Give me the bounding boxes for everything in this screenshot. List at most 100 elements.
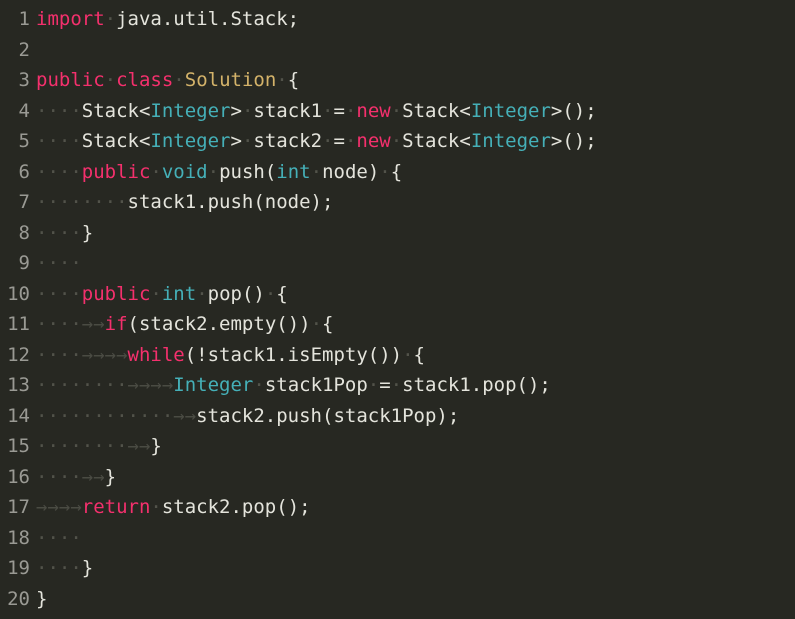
line-content[interactable]: ····public·void·push(int·node)·{ bbox=[30, 157, 795, 188]
token-ws: · bbox=[322, 99, 334, 122]
token-kw: class bbox=[116, 69, 174, 91]
line-number: 12 bbox=[7, 343, 30, 366]
line-number: 9 bbox=[18, 252, 30, 274]
token-plain: = bbox=[333, 99, 345, 122]
code-editor[interactable]: 1 import·java.util.Stack; 2 3 public·class·S… bbox=[0, 0, 795, 619]
line-number: 16 bbox=[7, 465, 30, 488]
line-number: 1 bbox=[18, 8, 30, 30]
token-plain: (stack2.empty()) bbox=[127, 313, 311, 335]
code-line[interactable]: 16 ····→→} bbox=[0, 462, 795, 493]
code-line[interactable]: 1 import·java.util.Stack; bbox=[0, 4, 795, 35]
token-kw: import bbox=[36, 8, 105, 30]
line-content[interactable]: public·class·Solution·{ bbox=[30, 65, 795, 96]
code-line[interactable]: 14 ············→→stack2.push(stack1Pop); bbox=[0, 401, 795, 432]
token-type: Integer bbox=[173, 374, 254, 396]
code-line[interactable]: 17 →→→→return·stack2.pop(); bbox=[0, 492, 795, 523]
token-plain: stack2.push(stack1Pop); bbox=[196, 404, 460, 427]
token-ws: ···· bbox=[36, 282, 82, 305]
token-tab: →→ bbox=[173, 404, 197, 427]
line-content[interactable]: import·java.util.Stack; bbox=[30, 4, 795, 35]
token-ws: · bbox=[173, 69, 185, 91]
token-ws: ········ bbox=[36, 191, 128, 213]
token-ws: ········ bbox=[36, 374, 128, 396]
line-content[interactable]: ············→→stack2.push(stack1Pop); bbox=[30, 401, 795, 432]
token-plain: > bbox=[230, 99, 242, 122]
code-line[interactable]: 13 ········→→→→Integer·stack1Pop·=·stack1… bbox=[0, 370, 795, 401]
code-line[interactable]: 19 ····} bbox=[0, 553, 795, 584]
token-plain: stack1.push(node); bbox=[127, 191, 334, 213]
token-ws: · bbox=[150, 282, 162, 305]
token-kw: return bbox=[81, 496, 151, 518]
code-line[interactable]: 15 ········→→} bbox=[0, 431, 795, 462]
token-tab: →→→→ bbox=[127, 374, 174, 396]
line-content[interactable]: ········→→→→Integer·stack1Pop·=·stack1.p… bbox=[30, 370, 795, 401]
token-plain: stack1.pop(); bbox=[402, 374, 551, 396]
token-type: Integer bbox=[150, 99, 231, 122]
token-type: Integer bbox=[150, 130, 231, 152]
line-content[interactable]: ····Stack<Integer>·stack2·=·new·Stack<In… bbox=[30, 126, 795, 157]
line-number: 4 bbox=[18, 99, 30, 122]
token-plain: { bbox=[322, 313, 334, 335]
token-ws: · bbox=[310, 160, 323, 183]
token-ws: · bbox=[344, 99, 357, 122]
token-plain: { bbox=[276, 282, 288, 305]
line-content[interactable]: ········stack1.push(node); bbox=[30, 187, 795, 218]
code-line[interactable]: 2 bbox=[0, 35, 795, 66]
token-kw: while bbox=[127, 343, 185, 366]
token-plain: } bbox=[81, 221, 94, 244]
code-line[interactable]: 12 ····→→→→while(!stack1.isEmpty())·{ bbox=[0, 340, 795, 371]
line-number: 7 bbox=[18, 191, 30, 213]
line-number: 15 bbox=[7, 435, 30, 457]
line-content[interactable]: →→→→return·stack2.pop(); bbox=[30, 492, 795, 523]
code-line[interactable]: 10 ····public·int·pop()·{ bbox=[0, 279, 795, 310]
token-type: int bbox=[276, 160, 311, 183]
token-ws: · bbox=[322, 130, 334, 152]
line-content[interactable]: ····Stack<Integer>·stack1·=·new·Stack<In… bbox=[30, 96, 795, 127]
line-content[interactable]: ····} bbox=[30, 218, 795, 249]
token-tab: →→→→ bbox=[81, 343, 128, 366]
line-content[interactable]: ····→→→→while(!stack1.isEmpty())·{ bbox=[30, 340, 795, 371]
token-plain: push( bbox=[219, 160, 277, 183]
token-tab: →→ bbox=[81, 465, 105, 488]
token-tab: →→ bbox=[127, 435, 151, 457]
token-ws: · bbox=[241, 99, 254, 122]
line-content[interactable]: ····} bbox=[30, 553, 795, 584]
token-ws: ···· bbox=[36, 343, 82, 366]
line-content[interactable]: ····→→if(stack2.empty())·{ bbox=[30, 309, 795, 340]
token-kw: public bbox=[81, 282, 151, 305]
token-ws: ···· bbox=[36, 160, 82, 183]
token-ws: ···· bbox=[36, 465, 82, 488]
code-line[interactable]: 20} bbox=[0, 584, 795, 615]
line-content[interactable]: } bbox=[30, 584, 795, 615]
line-number: 13 bbox=[7, 374, 30, 396]
code-line[interactable]: 6 ····public·void·push(int·node)·{ bbox=[0, 157, 795, 188]
code-line[interactable]: 4 ····Stack<Integer>·stack1·=·new·Stack<I… bbox=[0, 96, 795, 127]
code-line[interactable]: 9 ···· bbox=[0, 248, 795, 279]
token-plain: (!stack1.isEmpty()) bbox=[184, 343, 403, 366]
line-content[interactable]: ········→→} bbox=[30, 431, 795, 462]
token-plain: } bbox=[104, 465, 117, 488]
token-ws: · bbox=[310, 313, 323, 335]
token-plain: = bbox=[379, 374, 391, 396]
token-plain: java.util.Stack; bbox=[116, 8, 300, 30]
token-ws: · bbox=[390, 99, 403, 122]
token-plain: { bbox=[390, 160, 403, 183]
token-plain: stack2.pop(); bbox=[161, 496, 311, 518]
token-ws: · bbox=[344, 130, 357, 152]
line-content[interactable]: ···· bbox=[30, 523, 795, 554]
code-line[interactable]: 7 ········stack1.push(node); bbox=[0, 187, 795, 218]
code-line[interactable]: 11 ····→→if(stack2.empty())·{ bbox=[0, 309, 795, 340]
line-content[interactable]: ···· bbox=[30, 248, 795, 279]
code-line[interactable]: 18 ···· bbox=[0, 523, 795, 554]
code-line[interactable]: 8 ····} bbox=[0, 218, 795, 249]
token-plain: pop() bbox=[207, 282, 265, 305]
line-content[interactable]: ····public·int·pop()·{ bbox=[30, 279, 795, 310]
code-line[interactable]: 5 ····Stack<Integer>·stack2·=·new·Stack<I… bbox=[0, 126, 795, 157]
token-ws: · bbox=[150, 160, 162, 183]
line-number: 14 bbox=[7, 404, 30, 427]
line-content[interactable]: ····→→} bbox=[30, 462, 795, 493]
token-ws: ···· bbox=[36, 313, 82, 335]
token-ws: · bbox=[390, 374, 403, 396]
code-line[interactable]: 3 public·class·Solution·{ bbox=[0, 65, 795, 96]
token-ws: · bbox=[276, 69, 288, 91]
